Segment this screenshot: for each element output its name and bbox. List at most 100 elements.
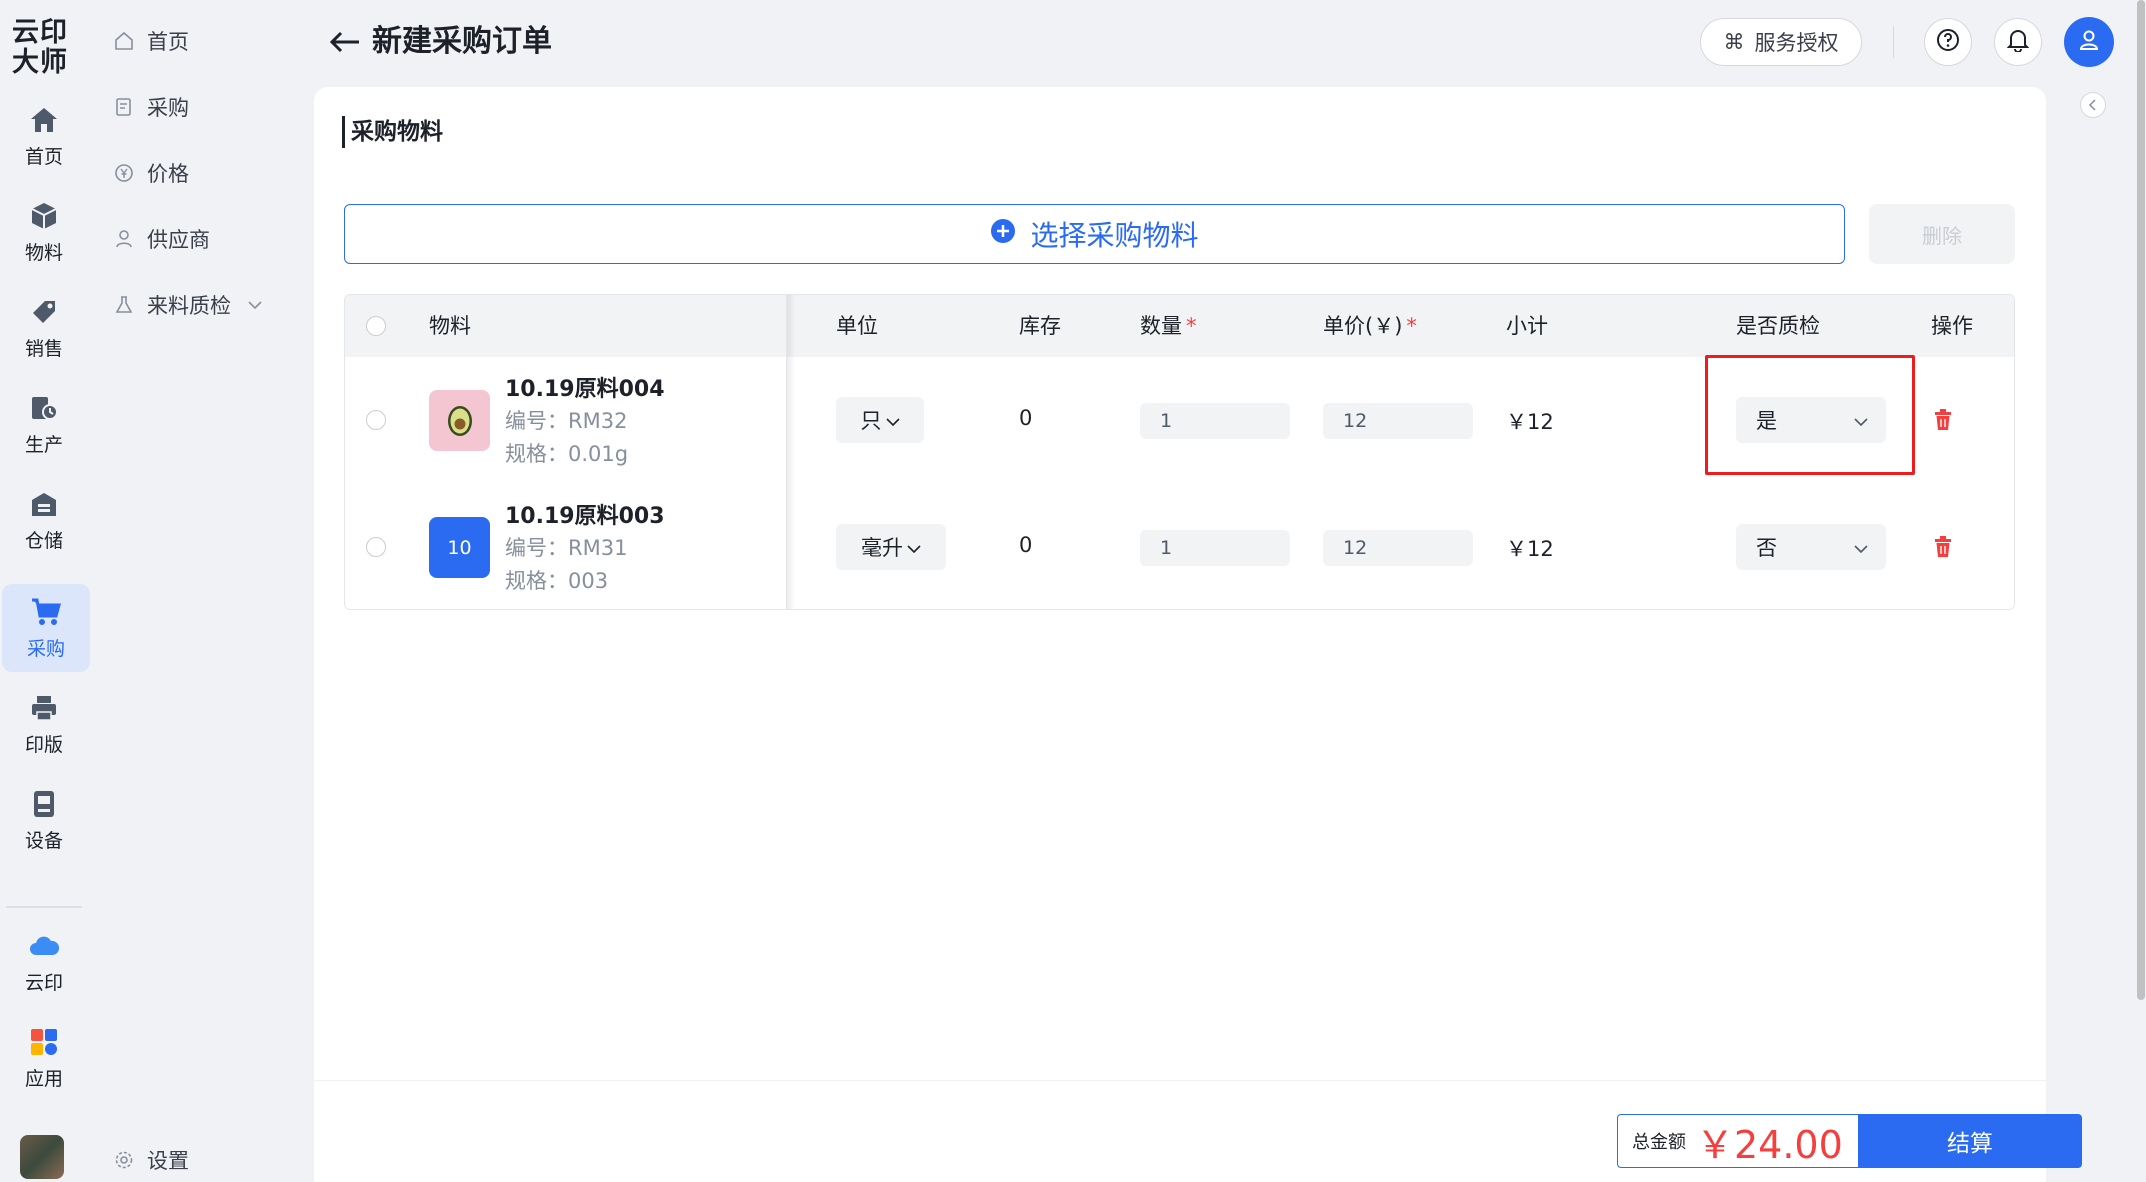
- total-label: 总金额: [1632, 1132, 1686, 1153]
- subtotal-value: ￥12: [1506, 537, 1554, 561]
- question-icon: [1936, 28, 1960, 56]
- qc-select[interactable]: 否: [1736, 524, 1886, 570]
- col-unit: 单位: [836, 314, 878, 338]
- chevron-left-icon: [2088, 96, 2098, 115]
- cart-icon: [30, 596, 62, 628]
- material-spec: 规格：003: [505, 569, 609, 593]
- cube-icon: [28, 200, 60, 232]
- qc-select[interactable]: 是: [1736, 397, 1886, 443]
- back-arrow-icon[interactable]: [325, 22, 365, 62]
- unit-select[interactable]: 只: [836, 397, 924, 443]
- collapse-panel-button[interactable]: [2080, 92, 2106, 118]
- chevron-down-icon: [247, 300, 263, 310]
- user-icon: [2077, 28, 2101, 56]
- col-action: 操作: [1931, 314, 1973, 338]
- fixed-column-divider: [786, 295, 787, 609]
- apps-icon: [28, 1026, 60, 1058]
- col-stock: 库存: [1019, 314, 1061, 338]
- yen-icon: [113, 162, 135, 184]
- warehouse-icon: [28, 488, 60, 520]
- section-title: 采购物料: [342, 116, 443, 148]
- rail-item-device[interactable]: 设备: [0, 776, 88, 864]
- col-price: 单价(￥) *: [1323, 314, 1417, 338]
- table-header: 物料 单位 库存 数量 * 单价(￥) * 小计 是否质检 操作: [345, 295, 2014, 358]
- stock-value: 0: [1019, 406, 1033, 430]
- plus-circle-icon: [990, 218, 1016, 251]
- app-logo: 云印 大师: [12, 17, 68, 78]
- home-outline-icon: [113, 30, 135, 52]
- printer-icon: [28, 692, 60, 724]
- required-mark: *: [1406, 314, 1417, 338]
- total-value: ￥24.00: [1696, 1122, 1843, 1167]
- quantity-input[interactable]: 1: [1140, 530, 1290, 566]
- cloud-icon: [28, 930, 60, 962]
- production-icon: [28, 392, 60, 424]
- checkout-button[interactable]: 结算: [1858, 1114, 2082, 1168]
- subnav-item-purchase[interactable]: 采购: [113, 87, 189, 127]
- subnav-item-settings[interactable]: 设置: [113, 1140, 189, 1180]
- rail-item-warehouse[interactable]: 仓储: [0, 476, 88, 564]
- chevron-down-icon: [1854, 408, 1868, 432]
- trash-icon[interactable]: [1931, 408, 1955, 432]
- icon-rail: 云印 大师 首页 物料 销售 生产 仓储 采购 印版 设备 云印 应用: [0, 0, 95, 1182]
- table-row: 10.19原料004 编号：RM32 规格：0.01g 只 0 1 12 ￥12…: [345, 357, 2014, 485]
- rail-item-material[interactable]: 物料: [0, 188, 88, 276]
- rail-item-purchase[interactable]: 采购: [2, 584, 90, 672]
- rail-item-plate[interactable]: 印版: [0, 680, 88, 768]
- col-subtotal: 小计: [1506, 314, 1548, 338]
- total-amount-box: 总金额 ￥24.00: [1617, 1114, 1859, 1168]
- service-authorization-button[interactable]: ⌘ 服务授权: [1700, 18, 1862, 66]
- quantity-input[interactable]: 1: [1140, 403, 1290, 439]
- chevron-down-icon: [885, 408, 900, 432]
- rail-divider: [6, 906, 82, 908]
- col-material: 物料: [429, 314, 471, 338]
- rail-item-apps[interactable]: 应用: [0, 1014, 88, 1102]
- rail-item-sales[interactable]: 销售: [0, 284, 88, 372]
- table-row: 10 10.19原料003 编号：RM31 规格：003 毫升 0 1 12 ￥…: [345, 484, 2014, 609]
- select-all-checkbox[interactable]: [366, 316, 386, 336]
- material-name: 10.19原料003: [505, 504, 665, 529]
- rail-item-production[interactable]: 生产: [0, 380, 88, 468]
- stock-value: 0: [1019, 533, 1033, 557]
- col-qc: 是否质检: [1736, 314, 1820, 338]
- rail-item-cloud[interactable]: 云印: [0, 918, 88, 1006]
- device-icon: [28, 788, 60, 820]
- subnav-item-price[interactable]: 价格: [113, 153, 189, 193]
- unit-price-input[interactable]: 12: [1323, 403, 1473, 439]
- required-mark: *: [1186, 314, 1197, 338]
- user-avatar[interactable]: [20, 1135, 64, 1179]
- unit-select[interactable]: 毫升: [836, 524, 946, 570]
- material-thumbnail: 10: [429, 517, 490, 578]
- tag-icon: [28, 296, 60, 328]
- bell-icon: [2006, 28, 2030, 56]
- help-button[interactable]: [1924, 18, 1972, 66]
- gear-icon: [113, 1149, 135, 1171]
- material-name: 10.19原料004: [505, 377, 665, 402]
- delete-button[interactable]: 删除: [1869, 204, 2015, 264]
- row-checkbox[interactable]: [366, 537, 386, 557]
- subnav-item-supplier[interactable]: 供应商: [113, 219, 210, 259]
- secondary-nav: 首页 采购 价格 供应商 来料质检 设置: [95, 0, 313, 1182]
- unit-price-input[interactable]: 12: [1323, 530, 1473, 566]
- home-icon: [28, 104, 60, 136]
- trash-icon[interactable]: [1931, 535, 1955, 559]
- chevron-down-icon: [1854, 535, 1868, 559]
- materials-table: 物料 单位 库存 数量 * 单价(￥) * 小计 是否质检 操作 10.19原料00…: [344, 294, 2015, 610]
- user-menu-button[interactable]: [2064, 17, 2114, 67]
- flask-icon: [113, 294, 135, 316]
- page-title: 新建采购订单: [372, 24, 552, 59]
- rail-item-home[interactable]: 首页: [0, 92, 88, 180]
- header-divider: [1893, 26, 1894, 58]
- material-thumbnail: [429, 390, 490, 451]
- row-checkbox[interactable]: [366, 410, 386, 430]
- subnav-item-incoming-qc[interactable]: 来料质检: [113, 285, 263, 325]
- command-icon: ⌘: [1723, 30, 1745, 54]
- subnav-item-home[interactable]: 首页: [113, 21, 189, 61]
- select-materials-button[interactable]: 选择采购物料: [344, 204, 1845, 264]
- material-spec: 规格：0.01g: [505, 442, 629, 466]
- avocado-icon: [445, 400, 475, 442]
- document-icon: [113, 96, 135, 118]
- scrollbar-thumb[interactable]: [2137, 0, 2145, 1000]
- notification-button[interactable]: [1994, 18, 2042, 66]
- chevron-down-icon: [907, 535, 921, 559]
